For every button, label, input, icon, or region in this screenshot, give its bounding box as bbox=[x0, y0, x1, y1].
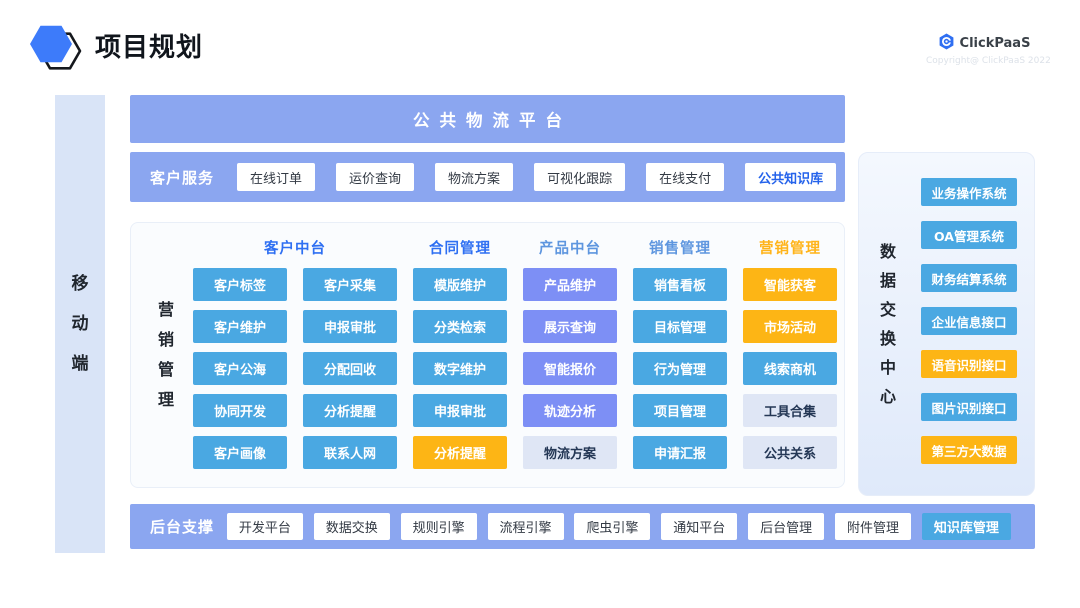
backend-support-label: 后台支撑 bbox=[150, 516, 214, 537]
public-logistics-banner: 公共物流平台 bbox=[130, 95, 845, 143]
backend-support-item[interactable]: 爬虫引擎 bbox=[574, 513, 650, 540]
data-exchange-item[interactable]: 企业信息接口 bbox=[921, 307, 1017, 335]
matrix-cell[interactable]: 工具合集 bbox=[743, 394, 837, 427]
matrix-cell[interactable]: 市场活动 bbox=[743, 310, 837, 343]
customer-service-item[interactable]: 公共知识库 bbox=[745, 163, 836, 191]
matrix-cell[interactable]: 智能报价 bbox=[523, 352, 617, 385]
matrix-cell[interactable]: 物流方案 bbox=[523, 436, 617, 469]
data-exchange-item[interactable]: 财务结算系统 bbox=[921, 264, 1017, 292]
data-exchange-item[interactable]: 第三方大数据 bbox=[921, 436, 1017, 464]
backend-support-item[interactable]: 知识库管理 bbox=[922, 513, 1011, 540]
matrix-cell[interactable]: 展示查询 bbox=[523, 310, 617, 343]
matrix-cell[interactable]: 销售看板 bbox=[633, 268, 727, 301]
clickpaas-logo-icon bbox=[938, 33, 955, 54]
matrix-column-header: 客户中台 bbox=[193, 235, 397, 259]
matrix-cell[interactable]: 智能获客 bbox=[743, 268, 837, 301]
brand-name: ClickPaaS bbox=[960, 36, 1031, 51]
matrix-cell[interactable]: 线索商机 bbox=[743, 352, 837, 385]
backend-support-item[interactable]: 流程引擎 bbox=[488, 513, 564, 540]
matrix-cell[interactable]: 目标管理 bbox=[633, 310, 727, 343]
brand-block: ClickPaaS Copyright@ ClickPaaS 2022 bbox=[926, 33, 1042, 66]
matrix-side-label: 营销管理 bbox=[157, 295, 175, 415]
customer-service-item[interactable]: 物流方案 bbox=[435, 163, 513, 191]
matrix-cell[interactable]: 轨迹分析 bbox=[523, 394, 617, 427]
matrix-cell[interactable]: 联系人网 bbox=[303, 436, 397, 469]
customer-service-label: 客户服务 bbox=[150, 167, 214, 188]
hexagon-logo-icon bbox=[28, 20, 82, 80]
data-exchange-item[interactable]: 图片识别接口 bbox=[921, 393, 1017, 421]
backend-support-item[interactable]: 附件管理 bbox=[835, 513, 911, 540]
customer-service-item[interactable]: 运价查询 bbox=[336, 163, 414, 191]
matrix-cell[interactable]: 项目管理 bbox=[633, 394, 727, 427]
matrix-cell[interactable]: 模版维护 bbox=[413, 268, 507, 301]
matrix-side-label-wrap: 营销管理 bbox=[157, 295, 175, 415]
data-exchange-item[interactable]: OA管理系统 bbox=[921, 221, 1017, 249]
matrix-cell[interactable]: 客户画像 bbox=[193, 436, 287, 469]
matrix-cell[interactable]: 客户维护 bbox=[193, 310, 287, 343]
matrix-cell[interactable]: 客户公海 bbox=[193, 352, 287, 385]
customer-service-item[interactable]: 可视化跟踪 bbox=[534, 163, 625, 191]
matrix-cell[interactable]: 行为管理 bbox=[633, 352, 727, 385]
mobile-side-label: 移动端 bbox=[71, 264, 89, 384]
customer-service-item[interactable]: 在线支付 bbox=[646, 163, 724, 191]
data-exchange-item[interactable]: 语音识别接口 bbox=[921, 350, 1017, 378]
project-planning-diagram: 项目规划 ClickPaaS Copyright@ ClickPaaS 2022… bbox=[0, 0, 1080, 608]
page-title: 项目规划 bbox=[95, 27, 203, 64]
backend-support-item[interactable]: 开发平台 bbox=[227, 513, 303, 540]
matrix-cell[interactable]: 分析提醒 bbox=[413, 436, 507, 469]
matrix-cell[interactable]: 产品维护 bbox=[523, 268, 617, 301]
data-exchange-items: 业务操作系统 OA管理系统财务结算系统企业信息接口语音识别接口图片识别接口第三方大… bbox=[921, 178, 1017, 464]
customer-service-item[interactable]: 在线订单 bbox=[237, 163, 315, 191]
brand-copyright: Copyright@ ClickPaaS 2022 bbox=[926, 56, 1042, 66]
matrix-grid: 客户中台合同管理产品中台销售管理营销管理客户标签客户采集模版维护产品维护销售看板… bbox=[193, 235, 837, 469]
backend-support-item[interactable]: 后台管理 bbox=[748, 513, 824, 540]
backend-support-row: 后台支撑 开发平台数据交换规则引擎流程引擎爬虫引擎通知平台后台管理附件管理知识库… bbox=[130, 504, 1035, 549]
matrix-cell[interactable]: 协同开发 bbox=[193, 394, 287, 427]
backend-support-item[interactable]: 通知平台 bbox=[661, 513, 737, 540]
matrix-cell[interactable]: 数字维护 bbox=[413, 352, 507, 385]
data-exchange-panel: 数据交换中心 业务操作系统 OA管理系统财务结算系统企业信息接口语音识别接口图片识… bbox=[858, 152, 1035, 496]
banner-label: 公共物流平台 bbox=[403, 107, 572, 131]
backend-support-item[interactable]: 规则引擎 bbox=[401, 513, 477, 540]
customer-service-row: 客户服务 在线订单运价查询物流方案可视化跟踪在线支付公共知识库 bbox=[130, 152, 845, 202]
mobile-side-bar: 移动端 bbox=[55, 95, 105, 553]
matrix-cell[interactable]: 分类检索 bbox=[413, 310, 507, 343]
matrix-column-header: 营销管理 bbox=[743, 235, 837, 259]
data-exchange-side-label-wrap: 数据交换中心 bbox=[879, 237, 897, 411]
matrix-column-header: 产品中台 bbox=[523, 235, 617, 259]
matrix-column-header: 合同管理 bbox=[413, 235, 507, 259]
data-exchange-side-label: 数据交换中心 bbox=[879, 237, 897, 411]
matrix-cell[interactable]: 公共关系 bbox=[743, 436, 837, 469]
matrix-cell[interactable]: 申请汇报 bbox=[633, 436, 727, 469]
matrix-cell[interactable]: 申报审批 bbox=[413, 394, 507, 427]
matrix-cell[interactable]: 分配回收 bbox=[303, 352, 397, 385]
matrix-column-header: 销售管理 bbox=[633, 235, 727, 259]
backend-support-item[interactable]: 数据交换 bbox=[314, 513, 390, 540]
data-exchange-item[interactable]: 业务操作系统 bbox=[921, 178, 1017, 206]
matrix-cell[interactable]: 分析提醒 bbox=[303, 394, 397, 427]
matrix-cell[interactable]: 客户标签 bbox=[193, 268, 287, 301]
matrix-cell[interactable]: 客户采集 bbox=[303, 268, 397, 301]
marketing-matrix-panel: 营销管理 客户中台合同管理产品中台销售管理营销管理客户标签客户采集模版维护产品维… bbox=[130, 222, 845, 488]
matrix-cell[interactable]: 申报审批 bbox=[303, 310, 397, 343]
customer-service-items: 在线订单运价查询物流方案可视化跟踪在线支付公共知识库 bbox=[237, 163, 836, 191]
